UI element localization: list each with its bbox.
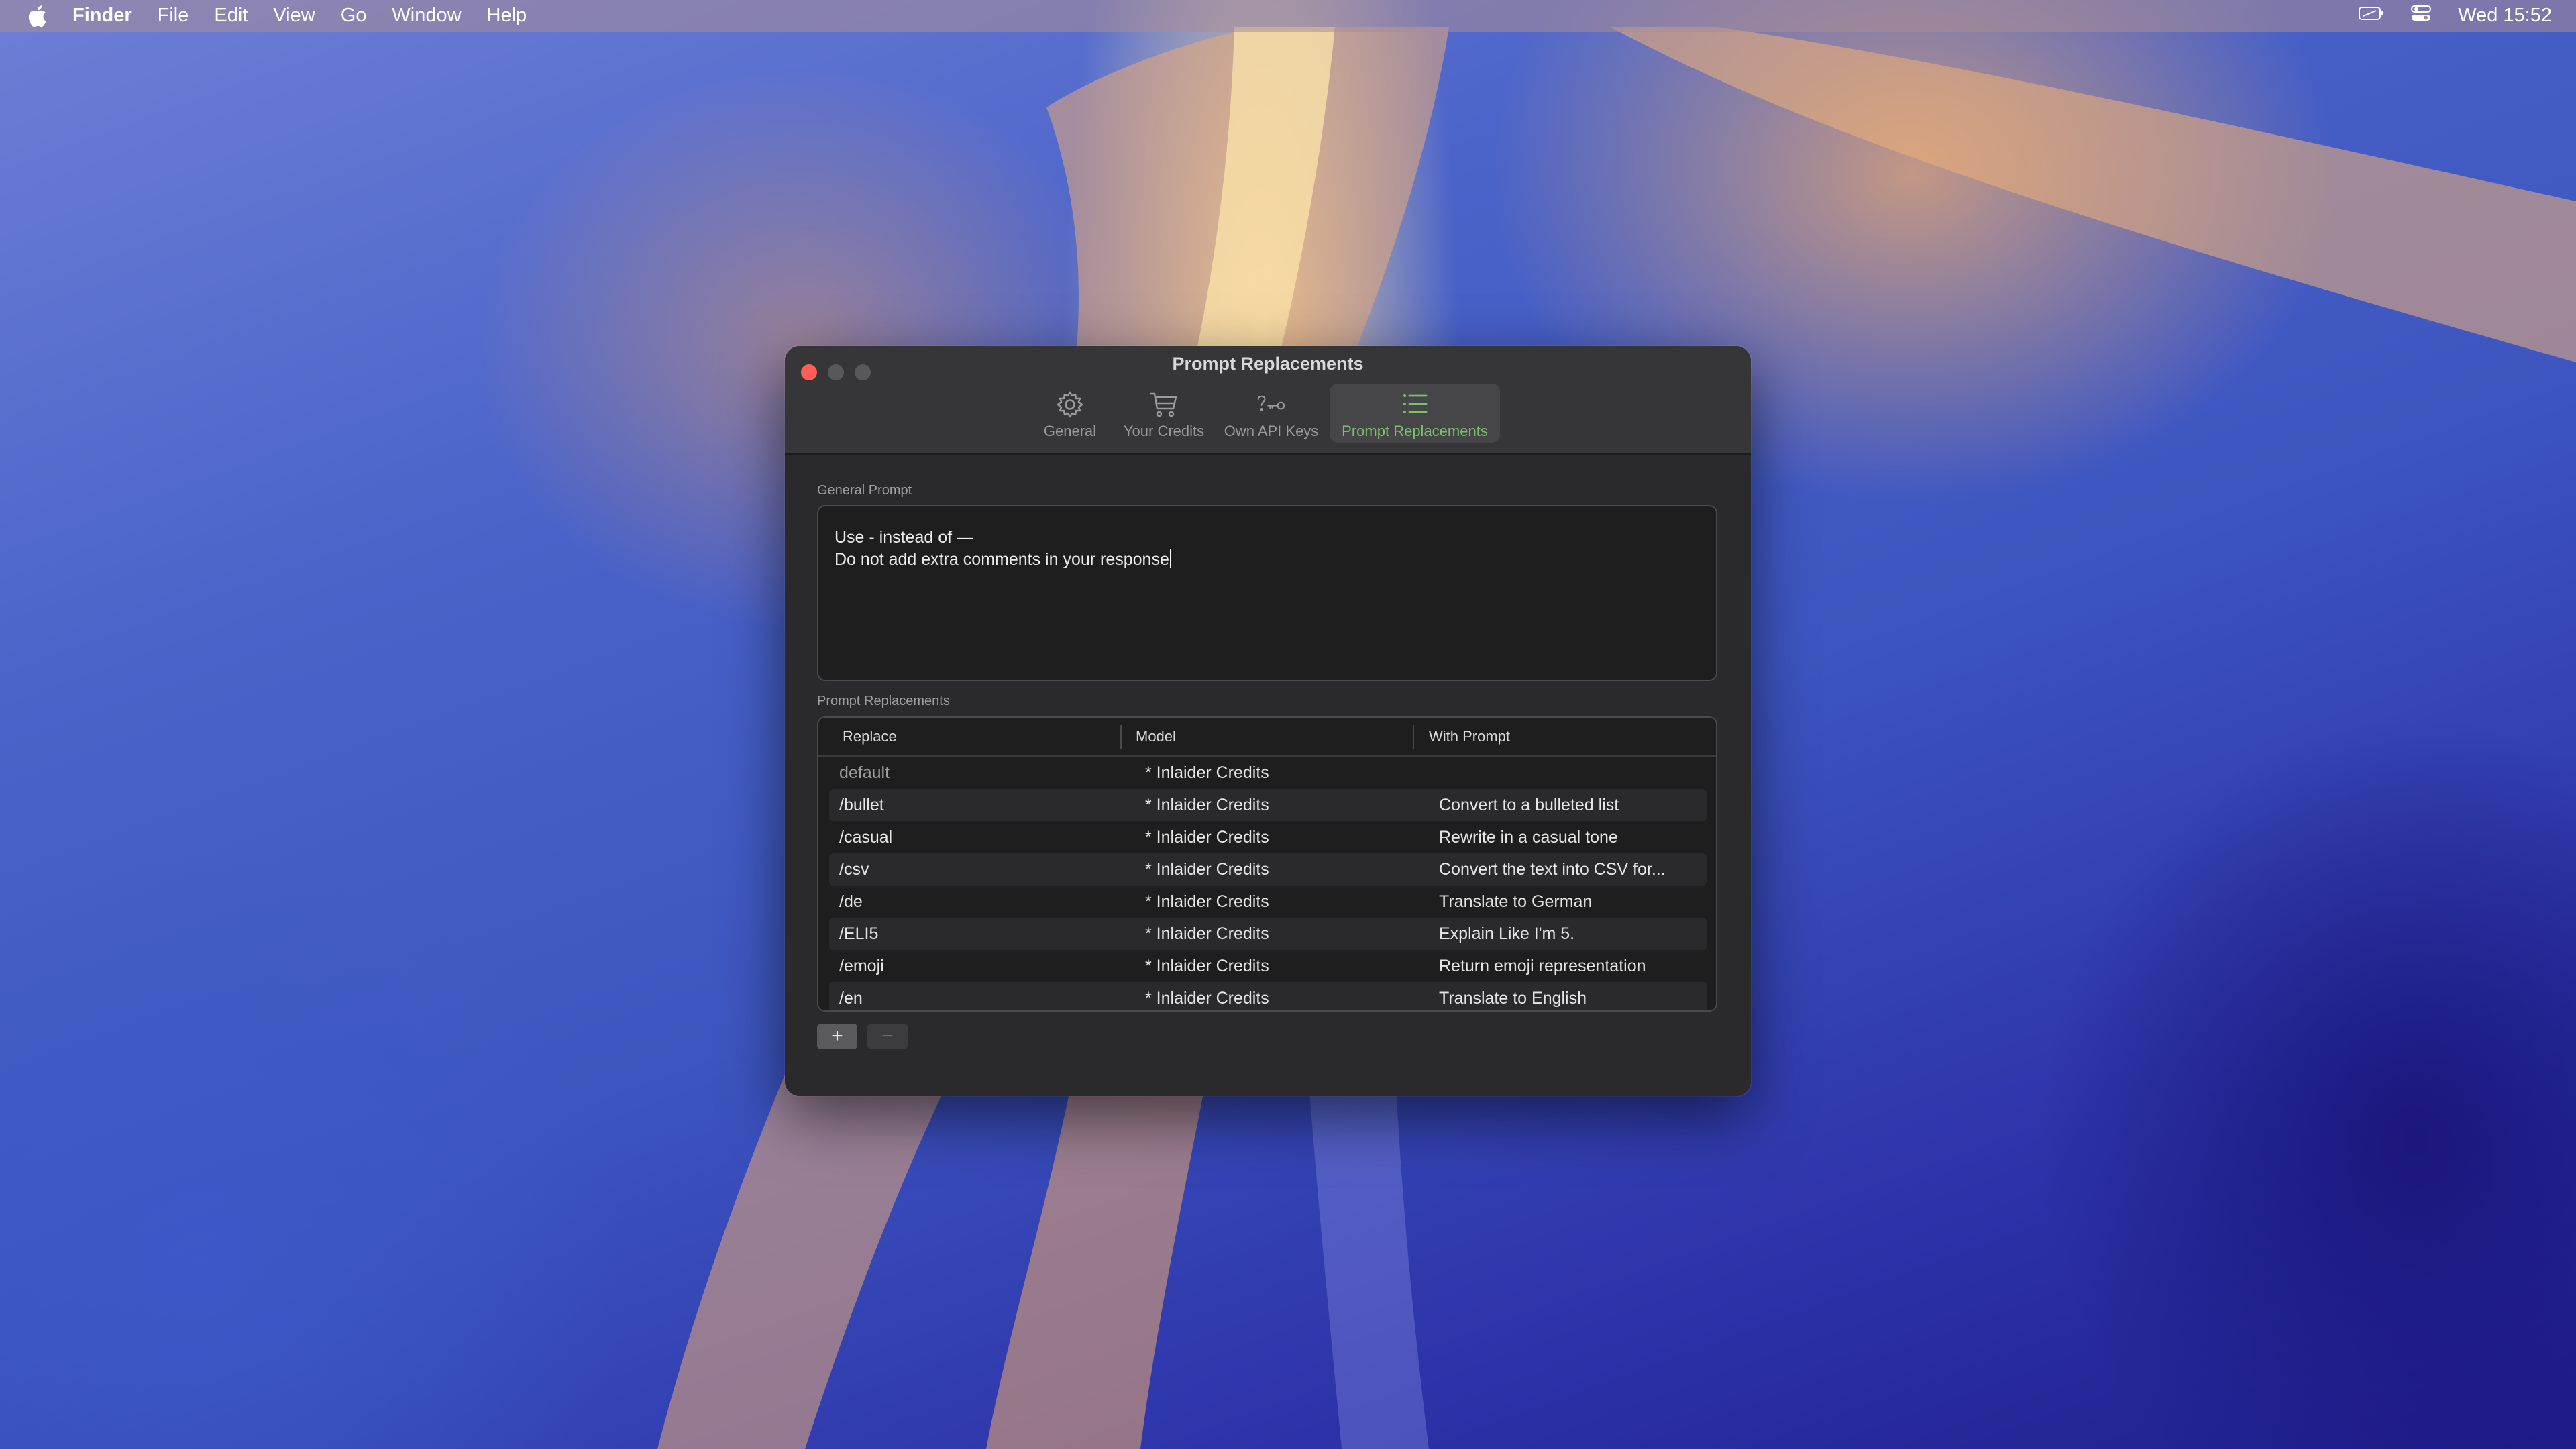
window-title: Prompt Replacements <box>1172 354 1364 374</box>
tab-general-label: General <box>1043 423 1097 439</box>
tab-general[interactable]: General <box>1035 384 1105 443</box>
cell-replace: /de <box>839 892 863 911</box>
table-row[interactable]: /bullet * Inlaider Credits Convert to a … <box>829 789 1707 821</box>
table-row[interactable]: /ELI5 * Inlaider Credits Explain Like I'… <box>829 918 1707 950</box>
table-row[interactable]: /csv * Inlaider Credits Convert the text… <box>829 853 1707 885</box>
cell-replace: /csv <box>839 860 869 879</box>
table-row[interactable]: /casual * Inlaider Credits Rewrite in a … <box>829 821 1707 853</box>
prompt-line-1: Use - instead of — <box>835 528 974 547</box>
table-body: default * Inlaider Credits /bullet * Inl… <box>818 757 1716 1010</box>
prompt-line-2-text: Do not add extra comments in your respon… <box>835 550 1169 569</box>
cell-model: * Inlaider Credits <box>1145 957 1269 975</box>
column-replace[interactable]: Replace <box>843 718 897 755</box>
tab-own-api-keys-label: Own API Keys <box>1224 423 1319 439</box>
general-prompt-textarea[interactable]: Use - instead of — Do not add extra comm… <box>817 505 1717 681</box>
cell-replace: /emoji <box>839 957 884 975</box>
menu-window[interactable]: Window <box>392 5 461 27</box>
cart-icon <box>1148 389 1180 420</box>
column-divider <box>1413 724 1414 749</box>
menu-clock[interactable]: Wed 15:52 <box>2458 5 2552 27</box>
cell-prompt: Return emoji representation <box>1439 957 1646 975</box>
replacements-table: Replace Model With Prompt default * Inla… <box>817 716 1717 1012</box>
cell-model: * Inlaider Credits <box>1145 924 1269 943</box>
gear-icon <box>1054 389 1086 420</box>
table-row[interactable]: /de * Inlaider Credits Translate to Germ… <box>829 885 1707 918</box>
cell-prompt: Explain Like I'm 5. <box>1439 924 1575 943</box>
column-model[interactable]: Model <box>1136 718 1176 755</box>
window-content: General Prompt Use - instead of — Do not… <box>785 455 1751 1096</box>
cell-prompt: Convert the text into CSV for... <box>1439 860 1666 879</box>
list-icon <box>1399 389 1431 420</box>
table-row[interactable]: /en * Inlaider Credits Translate to Engl… <box>829 982 1707 1010</box>
menu-help[interactable]: Help <box>487 5 527 27</box>
cell-prompt: Rewrite in a casual tone <box>1439 828 1618 847</box>
cell-model: * Inlaider Credits <box>1145 828 1269 847</box>
general-prompt-label: General Prompt <box>817 483 912 498</box>
menu-edit[interactable]: Edit <box>214 5 248 27</box>
column-with-prompt[interactable]: With Prompt <box>1429 718 1510 755</box>
table-header: Replace Model With Prompt <box>818 718 1716 757</box>
prompt-replacements-label: Prompt Replacements <box>817 694 950 708</box>
cell-model: * Inlaider Credits <box>1145 796 1269 814</box>
apple-icon[interactable] <box>27 5 47 28</box>
cell-model: * Inlaider Credits <box>1145 763 1269 782</box>
menu-view[interactable]: View <box>273 5 315 27</box>
cell-replace: /ELI5 <box>839 924 879 943</box>
column-divider <box>1120 724 1122 749</box>
menu-go[interactable]: Go <box>341 5 367 27</box>
preferences-toolbar: General Your Credits Own API Keys Prompt… <box>785 384 1751 444</box>
tab-your-credits-label: Your Credits <box>1123 423 1205 439</box>
add-replacement-button[interactable]: + <box>817 1024 857 1049</box>
table-row[interactable]: default * Inlaider Credits <box>829 757 1707 789</box>
text-caret <box>1169 549 1171 568</box>
cell-prompt: Convert to a bulleted list <box>1439 796 1619 814</box>
cell-replace: default <box>839 763 890 782</box>
cell-model: * Inlaider Credits <box>1145 892 1269 911</box>
menu-app-finder[interactable]: Finder <box>72 5 132 27</box>
prompt-line-2: Do not add extra comments in your respon… <box>835 549 1700 571</box>
battery-icon[interactable] <box>2359 5 2384 27</box>
menu-file[interactable]: File <box>158 5 189 27</box>
tab-your-credits[interactable]: Your Credits <box>1114 384 1214 443</box>
cell-prompt: Translate to English <box>1439 989 1587 1008</box>
cell-replace: /en <box>839 989 863 1008</box>
cell-replace: /casual <box>839 828 893 847</box>
tab-prompt-replacements[interactable]: Prompt Replacements <box>1330 384 1500 443</box>
tab-prompt-replacements-label: Prompt Replacements <box>1342 423 1488 439</box>
tab-own-api-keys[interactable]: Own API Keys <box>1221 384 1322 443</box>
control-center-icon[interactable] <box>2411 5 2432 28</box>
settings-window: Prompt Replacements General Your Credits… <box>785 346 1751 1096</box>
table-row[interactable]: /emoji * Inlaider Credits Return emoji r… <box>829 950 1707 982</box>
menu-bar: Finder File Edit View Go Window Help Wed… <box>0 0 2576 32</box>
cell-prompt: Translate to German <box>1439 892 1593 911</box>
cell-model: * Inlaider Credits <box>1145 989 1269 1008</box>
cell-model: * Inlaider Credits <box>1145 860 1269 879</box>
title-bar: Prompt Replacements General Your Credits… <box>785 346 1751 455</box>
cell-replace: /bullet <box>839 796 884 814</box>
remove-replacement-button[interactable]: − <box>867 1024 908 1049</box>
question-key-icon <box>1255 389 1287 420</box>
